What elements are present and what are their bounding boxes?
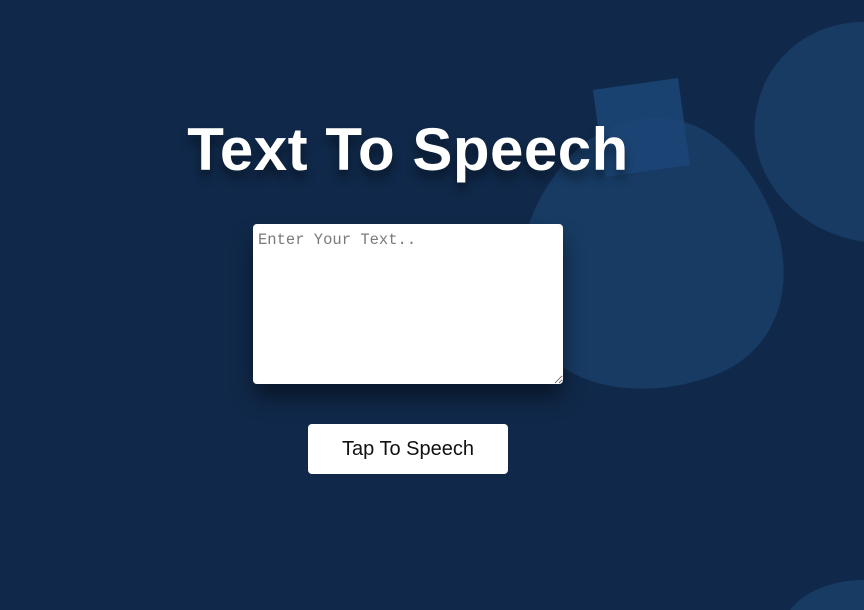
speak-button[interactable]: Tap To Speech	[308, 424, 508, 474]
decorative-blob-bottom	[790, 580, 864, 610]
page-title: Text To Speech	[187, 116, 629, 183]
page-background: Text To Speech Tap To Speech	[0, 0, 864, 610]
text-input[interactable]	[253, 224, 563, 384]
